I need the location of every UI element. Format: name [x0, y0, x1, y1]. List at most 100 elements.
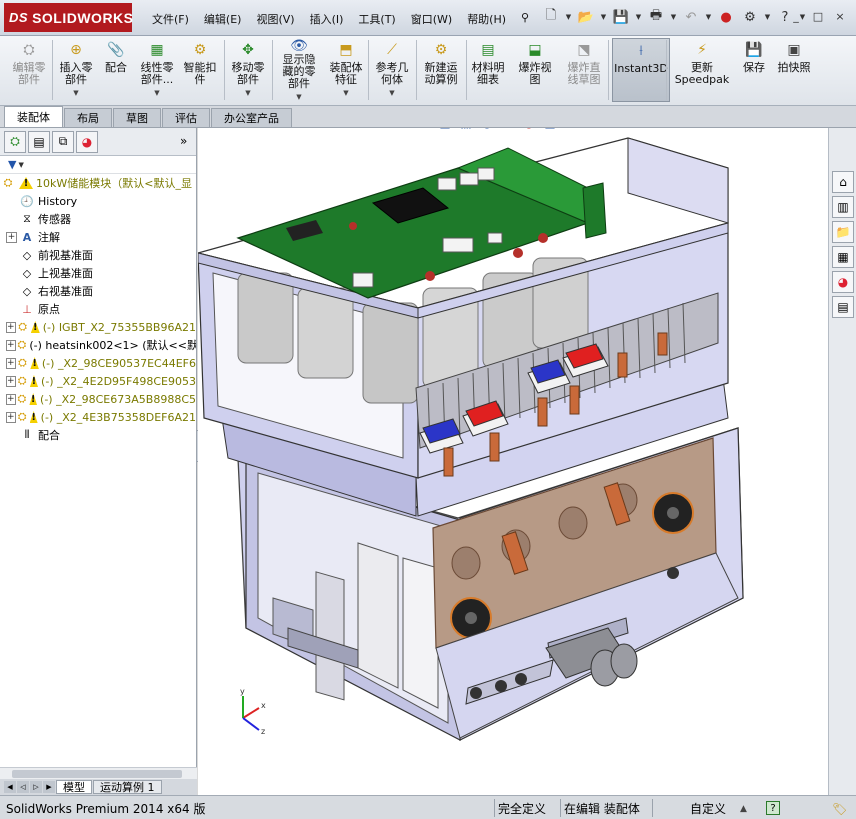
tab-evaluate[interactable]: 评估: [162, 108, 210, 127]
appearances-icon[interactable]: ◕: [832, 271, 854, 293]
ribbon-dropdown-icon[interactable]: ▼: [245, 87, 250, 99]
tree-item[interactable]: ◇ 右视基准面: [0, 282, 196, 300]
scrollbar-thumb[interactable]: [12, 770, 182, 778]
filter-icon[interactable]: ▼: [8, 158, 16, 171]
ribbon-dropdown-icon[interactable]: ▼: [389, 87, 394, 99]
ribbon-button-save[interactable]: 💾 保存: [738, 38, 770, 102]
ribbon-button-explode-line[interactable]: ⬔ 爆炸直 线草图: [560, 38, 608, 102]
ribbon-button-smart-fastener[interactable]: ⚙ 智能扣 件: [180, 38, 220, 102]
tree-item[interactable]: + ⛭ (-) heatsink002<1> (默认<<默: [0, 336, 196, 354]
menu-view[interactable]: 视图(V): [250, 9, 300, 29]
more-tabs-icon[interactable]: »: [180, 134, 187, 148]
open-dropdown-icon[interactable]: ▼: [599, 6, 608, 28]
solidworks-logo[interactable]: DS SOLIDWORKS: [4, 3, 133, 32]
open-folder-icon[interactable]: 📂: [575, 6, 597, 28]
ribbon-button-linear-pattern[interactable]: ▦ 线性零 部件... ▼: [136, 38, 178, 102]
tree-root[interactable]: ⛭ ! 10kW储能模块（默认<默认_显: [0, 174, 196, 192]
ribbon-button-edit-component[interactable]: ⛭ 编辑零 部件: [6, 38, 52, 102]
expand-icon[interactable]: +: [6, 411, 16, 423]
menu-edit[interactable]: 编辑(E): [198, 9, 248, 29]
display-manager-tab-icon[interactable]: ◕: [76, 130, 98, 153]
minimize-button[interactable]: _: [786, 8, 806, 24]
rebuild-traffic-light-icon[interactable]: ●: [715, 6, 737, 28]
zoom-area-icon[interactable]: ⌕: [394, 128, 412, 132]
first-tab-icon[interactable]: ◀: [4, 781, 16, 793]
print-dropdown-icon[interactable]: ▼: [669, 6, 678, 28]
status-help-icon[interactable]: ?: [766, 801, 780, 815]
previous-view-icon[interactable]: ↖: [415, 128, 433, 132]
menu-window[interactable]: 窗口(W): [405, 9, 458, 29]
tree-item[interactable]: ◇ 前视基准面: [0, 246, 196, 264]
configuration-manager-tab-icon[interactable]: ⧉: [52, 130, 74, 153]
new-document-icon[interactable]: 🗋: [540, 6, 562, 28]
pin-icon[interactable]: ⚲: [515, 9, 535, 29]
ribbon-button-assembly-feature[interactable]: ⬒ 装配体 特征 ▼: [324, 38, 368, 102]
ribbon-button-motion-study[interactable]: ⚙ 新建运 动算例: [418, 38, 464, 102]
tab-layout[interactable]: 布局: [64, 108, 112, 127]
expand-icon[interactable]: +: [6, 375, 16, 387]
options-dropdown-icon[interactable]: ▼: [763, 6, 772, 28]
view-palette-icon[interactable]: ▦: [832, 246, 854, 268]
tab-motion-study[interactable]: 运动算例 1: [93, 780, 162, 794]
ribbon-dropdown-icon[interactable]: ▼: [73, 87, 78, 99]
menu-tools[interactable]: 工具(T): [352, 9, 401, 29]
zoom-to-fit-icon[interactable]: ⌕: [373, 128, 391, 132]
tree-item[interactable]: + A 注解: [0, 228, 196, 246]
tab-sketch[interactable]: 草图: [113, 108, 161, 127]
last-tab-icon[interactable]: ▶: [43, 781, 55, 793]
ribbon-dropdown-icon[interactable]: ▼: [343, 87, 348, 99]
file-explorer-icon[interactable]: 📁: [832, 221, 854, 243]
tree-item[interactable]: + ⛭! (-) IGBT_X2_75355BB96A21: [0, 318, 196, 336]
ribbon-button-bom[interactable]: ▤ 材料明 细表: [468, 38, 508, 102]
close-button[interactable]: ×: [830, 8, 850, 24]
tree-item[interactable]: + ⛭! (-) _X2_98CE90537EC44EF6: [0, 354, 196, 372]
edit-appearance-icon[interactable]: ◕: [520, 128, 538, 132]
tree-item[interactable]: ◇ 上视基准面: [0, 264, 196, 282]
units-dropdown-icon[interactable]: ▲: [740, 800, 747, 817]
hide-show-items-icon[interactable]: 👁: [499, 128, 517, 132]
custom-properties-icon[interactable]: ▤: [832, 296, 854, 318]
expand-icon[interactable]: +: [6, 339, 16, 351]
ribbon-dropdown-icon[interactable]: ▼: [296, 91, 301, 103]
menu-insert[interactable]: 插入(I): [304, 9, 350, 29]
save-dropdown-icon[interactable]: ▼: [634, 6, 643, 28]
ribbon-button-show-hidden[interactable]: 👁 显示隐 藏的零 部件 ▼: [276, 38, 322, 102]
ribbon-button-insert-component[interactable]: ⊕ 插入零 部件 ▼: [54, 38, 98, 102]
filter-dropdown-icon[interactable]: ▼: [18, 161, 23, 169]
prev-tab-icon[interactable]: ◁: [17, 781, 29, 793]
print-icon[interactable]: 🖶: [645, 6, 667, 28]
tree-item[interactable]: + ⛭! (-) _X2_4E3B75358DEF6A21: [0, 408, 196, 426]
tree-item[interactable]: ⫴ 配合: [0, 426, 196, 444]
ribbon-dropdown-icon[interactable]: ▼: [154, 87, 159, 99]
expand-icon[interactable]: +: [6, 357, 16, 369]
next-tab-icon[interactable]: ▷: [30, 781, 42, 793]
tree-item[interactable]: 🕘 History: [0, 192, 196, 210]
solidworks-resources-icon[interactable]: ⌂: [832, 171, 854, 193]
expand-icon[interactable]: +: [6, 393, 16, 405]
apply-scene-icon[interactable]: ▦: [541, 128, 559, 132]
design-library-icon[interactable]: ▥: [832, 196, 854, 218]
assembly-model[interactable]: x y z: [198, 128, 828, 795]
tab-office-products[interactable]: 办公室产品: [211, 108, 292, 127]
expand-icon[interactable]: +: [6, 231, 17, 243]
tab-assembly[interactable]: 装配体: [4, 106, 63, 127]
view-orientation-icon[interactable]: ⬚: [457, 128, 475, 132]
tree-item[interactable]: ⊥ 原点: [0, 300, 196, 318]
tree-filter[interactable]: ▼ ▼: [0, 156, 196, 174]
expand-icon[interactable]: +: [6, 321, 16, 333]
save-disk-icon[interactable]: 💾: [610, 6, 632, 28]
tree-horizontal-scrollbar[interactable]: [0, 767, 197, 779]
feature-manager-tab-icon[interactable]: ⛭: [4, 130, 26, 153]
ribbon-button-mate[interactable]: 📎 配合: [100, 38, 132, 102]
status-units[interactable]: 自定义: [690, 800, 726, 817]
restore-button[interactable]: □: [808, 8, 828, 24]
ribbon-button-speedpak[interactable]: ⚡ 更新 Speedpak: [672, 38, 732, 102]
options-gear-icon[interactable]: ⚙: [739, 6, 761, 28]
tab-model[interactable]: 模型: [56, 780, 92, 794]
tree-item[interactable]: + ⛭! (-) _X2_98CE673A5B8988C5: [0, 390, 196, 408]
tree-item[interactable]: + ⛭! (-) _X2_4E2D95F498CE9053: [0, 372, 196, 390]
graphics-area[interactable]: x y z ⌕ ⌕ ↖ ◧ ⬚ ◒ 👁 ◕ ▦ ⧉ _ □ ×: [198, 128, 828, 795]
ribbon-button-exploded-view[interactable]: ⬓ 爆炸视 图: [514, 38, 556, 102]
property-manager-tab-icon[interactable]: ▤: [28, 130, 50, 153]
menu-file[interactable]: 文件(F): [146, 9, 195, 29]
